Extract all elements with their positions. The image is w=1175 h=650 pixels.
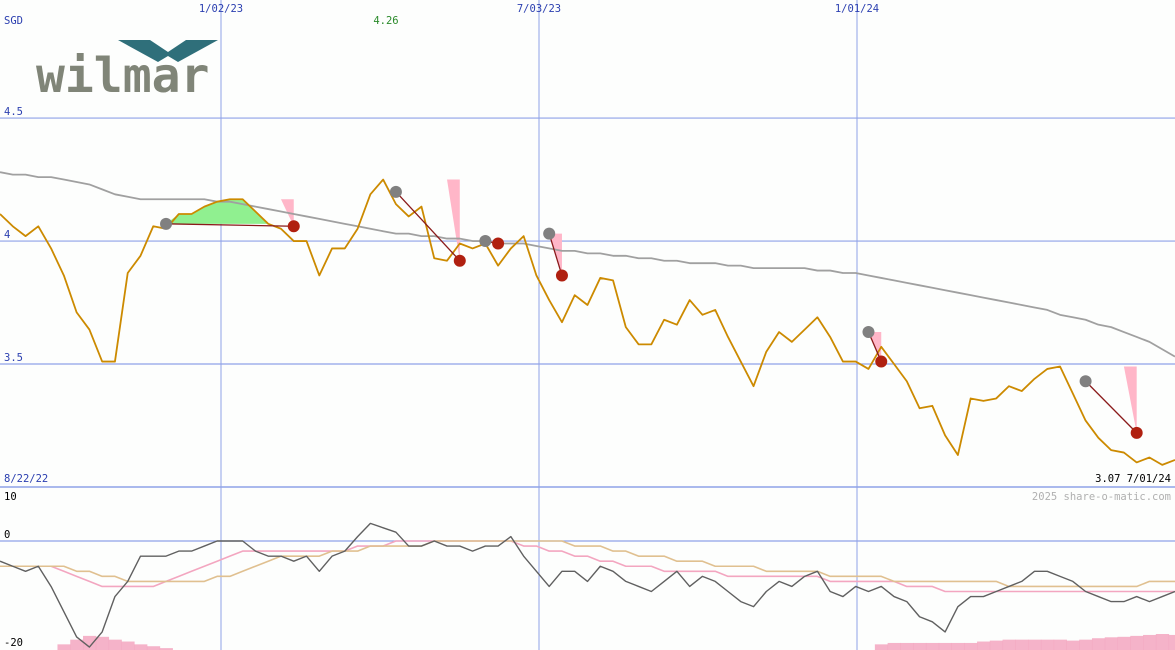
histogram-bar: [108, 639, 122, 650]
currency-label: SGD: [4, 15, 23, 27]
trade-markers: [160, 185, 1143, 439]
moving-average-line: [0, 171, 1175, 358]
osc-tick-label: 0: [4, 529, 10, 541]
histogram-bar: [874, 644, 889, 650]
exit-marker: [1130, 426, 1143, 439]
series-lines: [0, 171, 1175, 648]
histogram-bar: [1028, 639, 1042, 650]
histogram-bar: [989, 640, 1004, 650]
osc-tick-label: -20: [4, 637, 23, 649]
price-chart: wilmar SGD 1/02/23 7/03/23 1/01/24 4.26 4.5 4 3…: [0, 0, 1175, 650]
histogram-bar: [146, 646, 161, 650]
trade-line: [395, 191, 461, 262]
histogram-bar: [95, 636, 110, 650]
histogram-bar: [1079, 639, 1093, 650]
loss-area: [1123, 366, 1137, 433]
trade-fills: [57, 179, 1175, 650]
y-tick-label: 4: [4, 229, 10, 241]
exit-marker: [453, 254, 466, 267]
histogram-bar: [1104, 637, 1119, 650]
x-date-label: 7/03/23: [517, 3, 561, 15]
histogram-bar: [134, 644, 148, 650]
histogram-bar: [913, 642, 927, 650]
entry-marker: [862, 326, 875, 339]
start-date-label: 8/22/22: [4, 473, 48, 485]
entry-marker: [479, 235, 492, 248]
entry-marker: [389, 185, 402, 198]
histogram-bar: [1143, 634, 1157, 650]
trade-line: [166, 223, 294, 227]
histogram-bar: [1002, 639, 1016, 650]
histogram-bar: [1130, 635, 1144, 650]
histogram-bar: [887, 642, 901, 650]
histogram-bar: [1040, 639, 1055, 650]
entry-marker: [160, 217, 173, 230]
histogram-bar: [1053, 639, 1067, 650]
last-price-label: 3.07 7/01/24: [1095, 473, 1171, 485]
histogram-bar: [1091, 638, 1106, 650]
osc-signal-tan-line: [0, 540, 1175, 588]
histogram-bar: [925, 642, 940, 650]
histogram-bar: [964, 642, 978, 650]
oscillator-line: [0, 522, 1175, 648]
chart-stage: wilmar SGD 1/02/23 7/03/23 1/01/24 4.26 4.5 4 3…: [0, 0, 1175, 650]
osc-tick-label: 10: [4, 491, 17, 503]
exit-marker: [555, 269, 568, 282]
wilmar-logo: wilmar: [36, 40, 218, 104]
histogram-bar: [951, 642, 965, 650]
histogram-bar: [1155, 634, 1170, 650]
exit-marker: [875, 355, 888, 368]
exit-marker: [287, 220, 300, 233]
y-tick-label: 4.5: [4, 106, 23, 118]
high-price-label: 4.26: [373, 15, 398, 27]
histogram-bar: [1168, 634, 1175, 650]
histogram-bar: [977, 641, 991, 650]
histogram-bar: [1066, 640, 1080, 650]
osc-signal-pink-line: [0, 540, 1175, 593]
histogram-bar: [900, 642, 914, 650]
watermark-label: 2025 share-o-matic.com: [1032, 491, 1171, 503]
histogram-bar: [121, 641, 135, 650]
histogram-bar: [57, 644, 71, 650]
logo-text: wilmar: [36, 48, 209, 104]
y-tick-label: 3.5: [4, 352, 23, 364]
histogram-bar: [1015, 639, 1029, 650]
x-date-label: 1/02/23: [199, 3, 243, 15]
x-date-label: 1/01/24: [835, 3, 879, 15]
exit-marker: [492, 237, 505, 250]
histogram-bar: [1117, 636, 1131, 650]
entry-marker: [543, 227, 556, 240]
histogram-bar: [938, 642, 952, 650]
entry-marker: [1079, 375, 1092, 388]
gain-area: [166, 199, 294, 224]
